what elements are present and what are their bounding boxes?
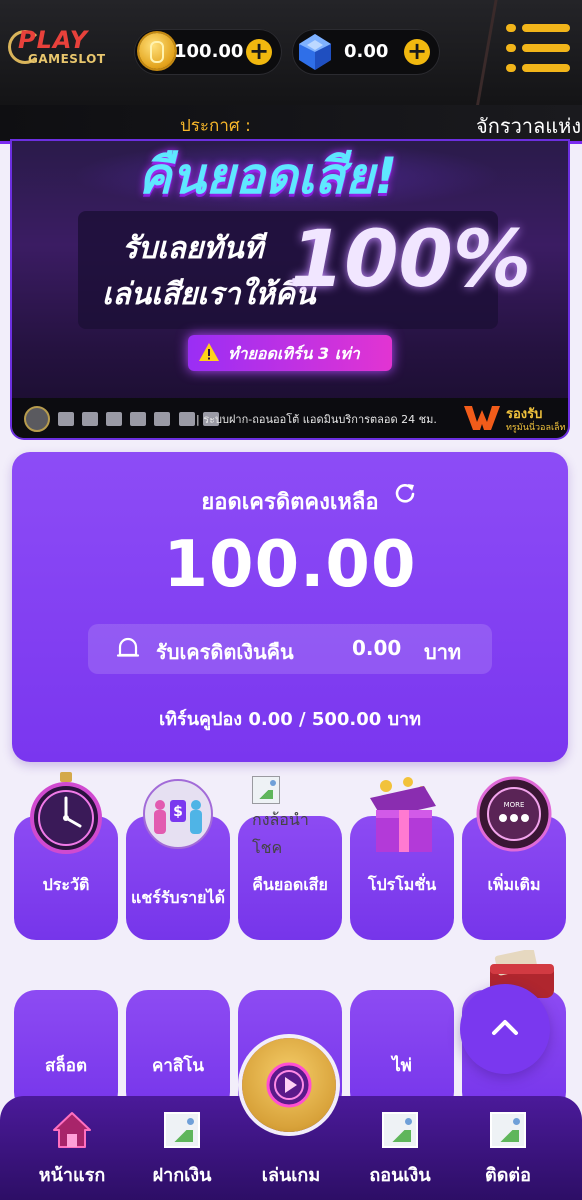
cashback-unit: บาท (424, 640, 462, 664)
warning-icon (199, 343, 219, 361)
nav-deposit-label: ฝากเงิน (152, 1165, 212, 1186)
share-income-icon: $ (143, 779, 213, 849)
game-slot-label: สล็อต (44, 1056, 88, 1076)
bank-icon (178, 412, 195, 426)
menu-history-label: ประวัติ (42, 875, 90, 894)
auto-deposit-text: | ระบบฝาก-ถอนออโต้ แอดมินบริการตลอด 24 ช… (196, 413, 437, 426)
banner-button-label: ทำยอดเทิร์น 3 เท่า (228, 344, 360, 363)
refresh-icon[interactable] (394, 482, 416, 504)
bank-icons-row (24, 406, 222, 432)
add-coin-button[interactable]: + (246, 39, 272, 65)
logo-text-top: PLAY (18, 26, 89, 54)
credit-amount: 100.00 (163, 528, 417, 602)
game-casino-label: คาสิโน (151, 1056, 205, 1076)
hamburger-menu-icon[interactable] (496, 16, 580, 82)
contact-icon (490, 1112, 526, 1148)
broken-image-icon (252, 776, 280, 804)
bank-icon (106, 412, 123, 426)
promo-banner[interactable]: คืนยอดเสีย! รับเลยทันที เล่นเสียเราให้คื… (12, 141, 568, 438)
banner-title: คืนยอดเสีย! (138, 147, 398, 205)
coupon-turnover: เทิร์นคูปอง 0.00 / 500.00 บาท (159, 709, 421, 730)
withdraw-icon (382, 1112, 418, 1148)
nav-play-label: เล่นเกม (261, 1165, 321, 1186)
menu-promotion-label: โปรโมชั่น (367, 875, 437, 894)
banner-info-strip: | ระบบฝาก-ถอนออโต้ แอดมินบริการตลอด 24 ช… (12, 398, 568, 438)
scroll-to-top-button[interactable] (460, 984, 550, 1074)
menu-cashback[interactable]: กงล้อนำโชค คืนยอดเสีย (238, 776, 342, 940)
banner-turnover-button[interactable]: ทำยอดเทิร์น 3 เท่า (188, 335, 392, 371)
coin-icon (139, 33, 175, 69)
banner-line-1: รับเลยทันที (122, 231, 264, 266)
nav-contact-label: ติดต่อ (485, 1165, 531, 1186)
announcement-text: จักรวาลแห่ง (476, 114, 582, 138)
wallet-name-label: ทรูมันนี่วอลเล็ท (506, 423, 566, 433)
wheel-alt-text: กงล้อนำโชค (252, 810, 309, 857)
logo-text-bottom: GAMESLOT (28, 52, 106, 66)
nav-home[interactable]: หน้าแรก (24, 1096, 120, 1200)
menu-more-label: เพิ่มเติม (487, 875, 541, 894)
add-gem-button[interactable]: + (404, 39, 430, 65)
gem-balance: 0.00 (344, 41, 389, 62)
deposit-icon (164, 1112, 200, 1148)
gem-balance-pill[interactable]: 0.00 + (292, 29, 440, 75)
play-icon (266, 1062, 312, 1108)
svg-text:$: $ (173, 804, 183, 820)
menu-promotion[interactable]: โปรโมชั่น (350, 777, 454, 940)
banner-percent: 100% (290, 215, 531, 305)
nav-home-label: หน้าแรก (38, 1165, 106, 1186)
menu-cashback-label: คืนยอดเสีย (252, 875, 328, 894)
coin-balance-pill[interactable]: 100.00 + (134, 29, 282, 75)
chevron-up-icon (492, 1020, 518, 1035)
play-game-button[interactable] (242, 1038, 336, 1132)
cashback-button[interactable]: รับเครดิตเงินคืน 0.00 บาท (88, 624, 492, 674)
cashback-label: รับเครดิตเงินคืน (156, 640, 294, 664)
site-logo[interactable]: PLAY GAMESLOT (8, 24, 118, 76)
top-header: PLAY GAMESLOT 100.00 + 0.00 + (0, 0, 582, 105)
truemoney-logo-icon (464, 406, 500, 430)
menu-share-income[interactable]: $ แชร์รับรายได้ (126, 779, 230, 940)
bank-logo-icon (24, 406, 50, 432)
credit-balance-card: ยอดเครดิตคงเหลือ 100.00 รับเครดิตเงินคืน… (12, 452, 568, 762)
banner-line-2: เล่นเสียเราให้คืน (102, 277, 316, 312)
cashback-value: 0.00 (352, 636, 402, 660)
bank-icon (130, 412, 147, 426)
menu-more[interactable]: MORE เพิ่มเติม (462, 776, 566, 940)
gem-icon (299, 34, 331, 70)
nav-contact[interactable]: ติดต่อ (460, 1096, 556, 1200)
coin-balance: 100.00 (174, 41, 244, 62)
nav-withdraw[interactable]: ถอนเงิน (352, 1096, 448, 1200)
stopwatch-icon (30, 772, 102, 854)
bank-icon (58, 412, 75, 426)
game-card-label: ไพ่ (392, 1056, 412, 1076)
menu-history[interactable]: ประวัติ (14, 772, 118, 940)
nav-deposit[interactable]: ฝากเงิน (134, 1096, 230, 1200)
svg-text:MORE: MORE (504, 801, 525, 809)
bank-icon (82, 412, 99, 426)
gift-box-icon (370, 777, 436, 852)
menu-share-income-label: แชร์รับรายได้ (131, 888, 225, 907)
announcement-bar: ประกาศ : จักรวาลแห่ง (0, 105, 582, 144)
home-icon (53, 1112, 91, 1148)
nav-withdraw-label: ถอนเงิน (369, 1165, 431, 1186)
bank-icon (154, 412, 171, 426)
credit-label: ยอดเครดิตคงเหลือ (201, 490, 379, 515)
announcement-label: ประกาศ : (180, 116, 251, 136)
bell-icon (116, 637, 140, 657)
more-icon: MORE (476, 776, 552, 852)
